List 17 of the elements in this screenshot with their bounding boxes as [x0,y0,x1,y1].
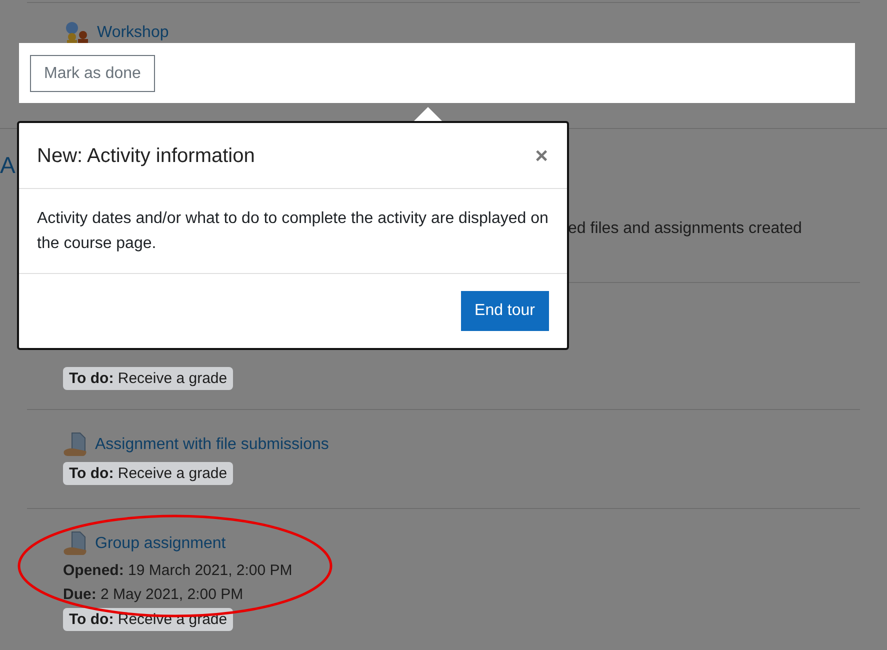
section-heading: A [0,151,16,179]
tour-body: Activity dates and/or what to do to complete the activity are displayed on the course page. [37,209,549,254]
activity-link[interactable]: Group assignment [95,532,226,556]
document-hand-icon [63,432,89,458]
mark-as-done-button[interactable]: Mark as done [30,55,155,92]
activity-link[interactable]: Assignment with file submissions [95,433,329,457]
close-button[interactable]: × [535,144,549,166]
section-text: ed files and assignments created [568,219,802,239]
people-icon [63,22,91,44]
end-tour-button[interactable]: End tour [460,291,549,331]
date-line: Opened: 19 March 2021, 2:00 PM [63,561,294,581]
todo-badge: To do: Receive a grade [63,462,234,485]
todo-badge: To do: Receive a grade [63,367,234,390]
activity-link[interactable]: Workshop [97,23,169,43]
tour-title: New: Activity information [37,144,255,168]
document-hand-icon [63,531,89,557]
date-line: Due: 2 May 2021, 2:00 PM [63,585,244,605]
